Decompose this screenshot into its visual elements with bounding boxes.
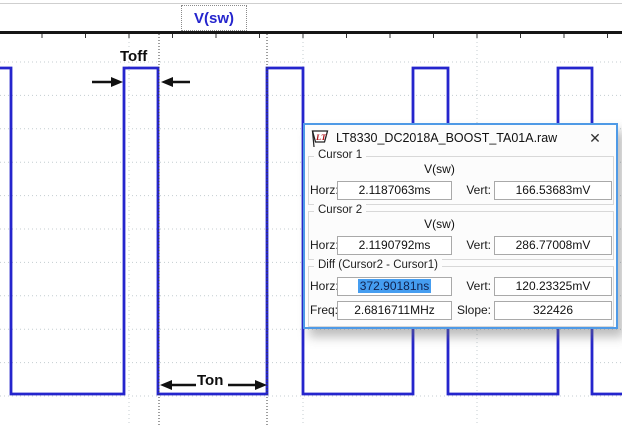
diff-horz-selected-value: 372.90181ns: [358, 279, 431, 293]
cursor2-horz-field[interactable]: 2.1190792ms: [337, 236, 452, 255]
ton-left-arrowhead-icon: [160, 380, 172, 390]
ton-right-arrowhead-icon: [255, 380, 267, 390]
cursor1-vert-label: Vert:: [455, 183, 491, 197]
close-icon[interactable]: ✕: [586, 129, 604, 147]
toff-right-arrowhead-icon: [161, 77, 173, 87]
cursor1-signal: V(sw): [305, 162, 616, 176]
diff-horz-label: Horz:: [310, 279, 339, 293]
cursor2-group-label: Cursor 2: [314, 204, 366, 216]
lt-logo-icon: LT: [310, 129, 330, 148]
freq-field[interactable]: 2.6816711MHz: [337, 301, 452, 320]
cursor-dialog: LT LT8330_DC2018A_BOOST_TA01A.raw ✕ Curs…: [303, 123, 618, 329]
freq-slope-row: Freq: 2.6816711MHz Slope: 322426: [305, 301, 616, 320]
diff-vert-field[interactable]: 120.23325mV: [494, 277, 612, 296]
toff-left-arrowhead-icon: [111, 77, 123, 87]
cursor2-horz-label: Horz:: [310, 238, 339, 252]
diff-vert-label: Vert:: [455, 279, 491, 293]
cursor2-vert-field[interactable]: 286.77008mV: [494, 236, 612, 255]
ltspice-waveform-window: V(sw) Toff Ton LT LT8330_DC2018A_BOOST_T…: [0, 0, 622, 430]
diff-row: Horz: 372.90181ns Vert: 120.23325mV: [305, 277, 616, 296]
svg-text:LT: LT: [315, 132, 327, 142]
cursor1-horz-field[interactable]: 2.1187063ms: [337, 181, 452, 200]
dialog-title: LT8330_DC2018A_BOOST_TA01A.raw: [336, 131, 557, 145]
slope-label: Slope:: [455, 303, 491, 317]
cursor-dialog-titlebar[interactable]: LT LT8330_DC2018A_BOOST_TA01A.raw ✕: [305, 125, 616, 151]
toff-arrows: [92, 77, 190, 87]
ton-annotation: Ton: [197, 372, 223, 389]
toff-annotation: Toff: [120, 48, 147, 65]
diff-horz-field[interactable]: 372.90181ns: [337, 277, 452, 296]
cursor1-row: Horz: 2.1187063ms Vert: 166.53683mV: [305, 181, 616, 200]
slope-field[interactable]: 322426: [494, 301, 612, 320]
cursor1-horz-label: Horz:: [310, 183, 339, 197]
cursor1-group-label: Cursor 1: [314, 149, 366, 161]
diff-group-label: Diff (Cursor2 - Cursor1): [314, 259, 442, 271]
cursor2-signal: V(sw): [305, 217, 616, 231]
cursor2-row: Horz: 2.1190792ms Vert: 286.77008mV: [305, 236, 616, 255]
cursor1-vert-field[interactable]: 166.53683mV: [494, 181, 612, 200]
cursor2-vert-label: Vert:: [455, 238, 491, 252]
freq-label: Freq:: [310, 303, 338, 317]
